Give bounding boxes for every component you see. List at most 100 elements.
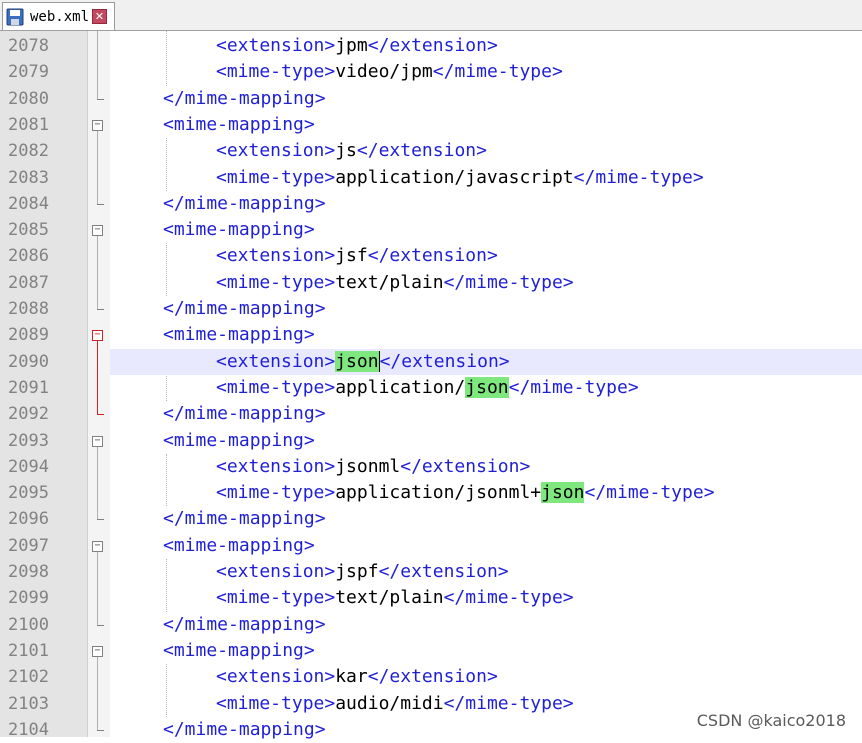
line-number: 2098 [8,562,49,582]
xml-tag: </mime-mapping> [163,192,326,214]
code-line[interactable]: 2092 </mime-mapping> [0,401,862,427]
code-text[interactable]: <mime-type>text/plain</mime-type> [216,270,574,296]
code-text[interactable]: <mime-mapping> [163,428,315,454]
xml-tag: <mime-type> [216,482,336,504]
tag-value: jsonml [335,455,401,477]
code-line[interactable]: 2088 </mime-mapping> [0,296,862,322]
line-number: 2085 [8,220,49,241]
code-text[interactable]: <mime-type>video/jpm</mime-type> [216,59,563,85]
code-text[interactable]: </mime-mapping> [163,296,326,322]
code-line[interactable]: 2082 <extension>js</extension> [0,138,862,164]
code-editor[interactable]: 2078 <extension>jpm</extension> 2079 <mime-… [0,31,862,740]
line-number: 2091 [8,377,49,398]
code-text[interactable]: </mime-mapping> [163,612,326,638]
code-line[interactable]: 2089 <mime-mapping> [0,322,862,348]
code-text[interactable]: <mime-mapping> [163,112,315,138]
line-number: 2099 [8,588,49,609]
xml-tag: <extension> [216,666,336,688]
line-number: 2083 [8,167,49,188]
code-line[interactable]: 2083 <mime-type>application/javascript</m… [0,165,862,191]
code-text[interactable]: <extension>jsonml</extension> [216,454,530,480]
code-text[interactable]: <extension>jpm</extension> [216,33,498,59]
search-match-highlight: json [335,350,379,372]
code-line[interactable]: 2086 <extension>jsf</extension> [0,243,862,269]
xml-tag: </extension> [356,140,487,162]
tab-bar: web.xml ✕ [0,0,862,31]
line-number: 2086 [8,246,49,267]
code-line[interactable]: 2095 <mime-type>application/jsonml+json</… [0,480,862,506]
code-line[interactable]: 2085 <mime-mapping> [0,217,862,243]
xml-tag: <extension> [216,350,336,372]
tag-value: application/jsonml+ [335,482,542,504]
code-text[interactable]: <mime-type>application/json</mime-type> [216,375,639,401]
close-icon[interactable]: ✕ [92,9,108,24]
code-line[interactable]: 2102 <extension>kar</extension> [0,664,862,690]
xml-tag: <mime-type> [216,61,336,83]
xml-tag: </extension> [379,350,510,372]
code-line[interactable]: 2101 <mime-mapping> [0,638,862,664]
code-text[interactable]: <extension>json</extension> [216,349,510,375]
code-line[interactable]: 2079 <mime-type>video/jpm</mime-type> [0,59,862,85]
tag-value: jsf [335,245,368,267]
line-number: 2079 [8,62,49,83]
xml-tag: <extension> [216,245,336,267]
code-text[interactable]: <mime-type>text/plain</mime-type> [216,585,574,611]
code-text[interactable]: </mime-mapping> [163,506,326,532]
code-text[interactable]: <mime-type>application/jsonml+json</mime… [216,480,715,506]
code-line[interactable]: 2090 <extension>json</extension> [0,348,862,375]
code-text[interactable]: <mime-mapping> [163,322,315,348]
code-line[interactable]: 2094 <extension>jsonml</extension> [0,454,862,480]
code-line[interactable]: 2098 <extension>jspf</extension> [0,559,862,585]
xml-tag: <mime-type> [216,376,336,398]
code-line[interactable]: 2093 <mime-mapping> [0,428,862,454]
xml-tag: </mime-type> [443,587,574,609]
tag-value: application/ [335,376,466,398]
code-line[interactable]: 2080 </mime-mapping> [0,86,862,112]
code-line[interactable]: 2096 </mime-mapping> [0,506,862,532]
code-line[interactable]: 2078 <extension>jpm</extension> [0,33,862,59]
code-text[interactable]: <extension>jspf</extension> [216,559,509,585]
fold-range-line [97,31,98,99]
code-text[interactable]: </mime-mapping> [163,86,326,112]
save-disk-icon [6,8,24,25]
code-line[interactable]: 2087 <mime-type>text/plain</mime-type> [0,270,862,296]
code-line[interactable]: 2099 <mime-type>text/plain</mime-type> [0,585,862,611]
line-number: 2104 [8,719,49,740]
xml-tag: <mime-mapping> [163,639,315,661]
xml-tag: </extension> [367,666,498,688]
line-number: 2092 [8,404,49,425]
line-number: 2096 [8,509,49,530]
xml-tag: </mime-mapping> [163,403,326,425]
tab-web-xml[interactable]: web.xml ✕ [2,2,115,30]
code-text[interactable]: <mime-mapping> [163,638,315,664]
line-number: 2094 [8,456,49,477]
code-line[interactable]: 2084 </mime-mapping> [0,191,862,217]
xml-tag: </mime-type> [443,692,574,714]
code-text[interactable]: <mime-type>audio/midi</mime-type> [216,691,574,717]
xml-tag: <mime-type> [216,166,336,188]
xml-tag: <mime-mapping> [163,113,315,135]
code-line[interactable]: 2100 </mime-mapping> [0,612,862,638]
code-line[interactable]: 2091 <mime-type>application/json</mime-ty… [0,375,862,401]
code-text[interactable]: <mime-mapping> [163,533,315,559]
xml-tag: </mime-type> [508,376,639,398]
xml-tag: </mime-type> [443,271,574,293]
xml-tag: </mime-mapping> [163,508,326,530]
code-text[interactable]: </mime-mapping> [163,401,326,427]
xml-tag: <extension> [216,35,336,56]
watermark: CSDN @kaico2018 [696,711,846,730]
tag-value: js [335,140,357,162]
xml-tag: </mime-mapping> [163,87,326,109]
code-line[interactable]: 2097 <mime-mapping> [0,533,862,559]
code-text[interactable]: <extension>kar</extension> [216,664,498,690]
xml-tag: <mime-mapping> [163,429,315,451]
code-line[interactable]: 2081 <mime-mapping> [0,112,862,138]
code-text[interactable]: <mime-type>application/javascript</mime-… [216,165,704,191]
search-match-highlight: json [541,482,585,504]
code-text[interactable]: </mime-mapping> [163,191,326,217]
code-text[interactable]: </mime-mapping> [163,717,326,743]
code-text[interactable]: <extension>jsf</extension> [216,243,498,269]
code-text[interactable]: <mime-mapping> [163,217,315,243]
code-text[interactable]: <extension>js</extension> [216,138,487,164]
xml-tag: </extension> [367,35,498,56]
